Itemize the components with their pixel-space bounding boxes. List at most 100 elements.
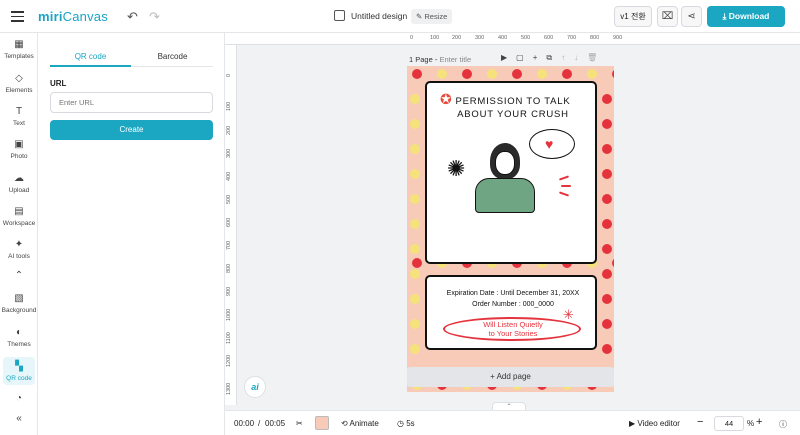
move-up-icon[interactable]: ↑ (561, 53, 574, 62)
burst-icon: ✺ (447, 156, 466, 181)
ruler-label: 1100 (226, 332, 232, 344)
design-title-line2: ABOUT YOUR CRUSH (457, 109, 569, 120)
time-current: 00:00 (234, 419, 255, 428)
share-icon[interactable]: ⋖ (681, 6, 702, 27)
workspace-icon: ▤ (14, 206, 24, 217)
pattern-heart (410, 169, 420, 179)
canvas-area[interactable]: 0 100 200 300 400 500 600 700 800 900 0 … (225, 33, 800, 405)
animate-button[interactable]: ⟲ Animate (341, 419, 379, 428)
upload-icon: ☁ (14, 173, 24, 184)
double-chevron-left-icon: « (16, 413, 22, 424)
rail-collapse-left[interactable]: « (0, 413, 38, 427)
heart-icon: ♥ (545, 136, 554, 152)
url-input[interactable] (50, 92, 213, 113)
ruler-label: 400 (226, 171, 232, 181)
rail-item-themes[interactable]: ◐ Themes (0, 327, 38, 348)
create-button[interactable]: Create (50, 120, 213, 140)
rail-item-text[interactable]: T Text (0, 106, 38, 127)
page-label[interactable]: 1 Page - Enter title (409, 55, 471, 64)
tab-qr-code[interactable]: QR code (50, 52, 131, 61)
design-page[interactable]: ✪ PERMISSION TO TALK ABOUT YOUR CRUSH ✺ … (407, 66, 614, 392)
emphasis-lines (557, 175, 575, 205)
ruler-label: 100 (226, 101, 232, 111)
design-title[interactable]: PERMISSION TO TALK ABOUT YOUR CRUSH (427, 95, 599, 121)
ruler-label: 200 (452, 35, 462, 41)
redo-icon[interactable]: ↷ (149, 9, 160, 25)
ruler-label: 300 (475, 35, 485, 41)
tools-icon[interactable]: ✂ (296, 419, 303, 428)
pattern-heart (602, 194, 612, 204)
qr-panel: QR code Barcode URL Create (38, 33, 225, 435)
duration-button[interactable]: ◷ 5s (397, 419, 415, 428)
video-editor-button[interactable]: ▶ Video editor (629, 419, 680, 428)
app-logo[interactable]: miriCanvas (38, 9, 108, 24)
undo-icon[interactable]: ↶ (127, 9, 138, 25)
pattern-heart (537, 69, 547, 79)
rail-collapse-up[interactable]: ⌃ (0, 270, 38, 284)
pattern-heart (602, 344, 612, 354)
resize-button[interactable]: ✎ Resize (411, 9, 453, 24)
ruler-label: 800 (226, 263, 232, 273)
pattern-heart (612, 69, 614, 79)
zoom-unit: % (747, 419, 755, 428)
download-button[interactable]: ⤓ Download (707, 6, 785, 27)
zoom-in-icon[interactable]: + (756, 416, 762, 428)
ruler-left: 0 100 200 300 400 500 600 700 800 900 10… (225, 45, 237, 405)
delete-icon[interactable]: 🗑 (587, 53, 606, 62)
rail-item-photo[interactable]: ▣ Photo (0, 139, 38, 160)
save-icon[interactable]: ⌧ (657, 6, 678, 27)
move-down-icon[interactable]: ↓ (574, 53, 587, 62)
ruler-label: 700 (226, 240, 232, 250)
background-icon: ▧ (14, 293, 24, 304)
add-page-button[interactable]: + Add page (407, 367, 614, 387)
design-top-panel[interactable]: ✪ PERMISSION TO TALK ABOUT YOUR CRUSH ✺ … (425, 81, 597, 264)
zoom-input[interactable]: 44 (714, 416, 744, 431)
play-icon[interactable]: ▶ (501, 53, 516, 62)
rail-item-templates[interactable]: ▦ Templates (0, 39, 38, 60)
pattern-heart (602, 144, 612, 154)
pattern-heart (410, 194, 420, 204)
ruler-label: 200 (226, 125, 232, 135)
pattern-heart (410, 344, 420, 354)
ruler-label: 900 (613, 35, 623, 41)
rail-item-workspace[interactable]: ▤ Workspace (0, 206, 38, 227)
rail-item-upload[interactable]: ☁ Upload (0, 173, 38, 194)
page-color-swatch[interactable] (315, 416, 329, 430)
pattern-heart (602, 219, 612, 229)
menu-icon[interactable] (11, 11, 24, 22)
design-bottom-panel[interactable]: Expiration Date : Until December 31, 20X… (425, 275, 597, 350)
rail-item-elements[interactable]: ◇ Elements (0, 73, 38, 94)
pattern-heart (410, 219, 420, 229)
promise-line1: Will Listen Quietly (483, 320, 543, 329)
top-bar: miriCanvas ↶ ↷ Untitled design ✎ Resize … (0, 0, 800, 33)
elements-icon: ◇ (15, 73, 23, 84)
panel-tabs: QR code Barcode (50, 45, 213, 67)
ai-assistant-button[interactable]: ai (244, 376, 266, 398)
pattern-heart (602, 294, 612, 304)
add-icon[interactable]: + (533, 53, 547, 62)
rail-more[interactable]: ◔ (0, 393, 38, 407)
new-page-icon[interactable]: ▢ (516, 53, 533, 62)
qr-code-icon: ▚ (15, 361, 23, 372)
document-title[interactable]: Untitled design (351, 11, 407, 21)
rail-item-ai-tools[interactable]: ✦ AI tools (0, 239, 38, 260)
ai-tools-icon: ✦ (14, 239, 24, 250)
ruler-top: 0 100 200 300 400 500 600 700 800 900 (225, 33, 800, 45)
templates-icon: ▦ (14, 39, 24, 50)
pattern-heart (512, 69, 522, 79)
illustration-body (475, 178, 535, 213)
pattern-heart (410, 294, 420, 304)
pattern-heart (487, 69, 497, 79)
illustration-face (495, 151, 515, 175)
help-icon[interactable]: ⓘ (779, 419, 787, 430)
duplicate-icon[interactable]: ⧉ (546, 53, 561, 62)
ruler-label: 400 (498, 35, 508, 41)
rail-item-background[interactable]: ▧ Background (0, 293, 38, 314)
ruler-label: 500 (521, 35, 531, 41)
pattern-heart (410, 94, 420, 104)
rail-item-qr-code[interactable]: ▚ QR code (3, 357, 35, 385)
version-switch-button[interactable]: v1 전환 (614, 6, 652, 27)
ruler-label: 900 (226, 286, 232, 296)
tab-barcode[interactable]: Barcode (132, 52, 213, 61)
zoom-out-icon[interactable]: − (697, 416, 703, 428)
